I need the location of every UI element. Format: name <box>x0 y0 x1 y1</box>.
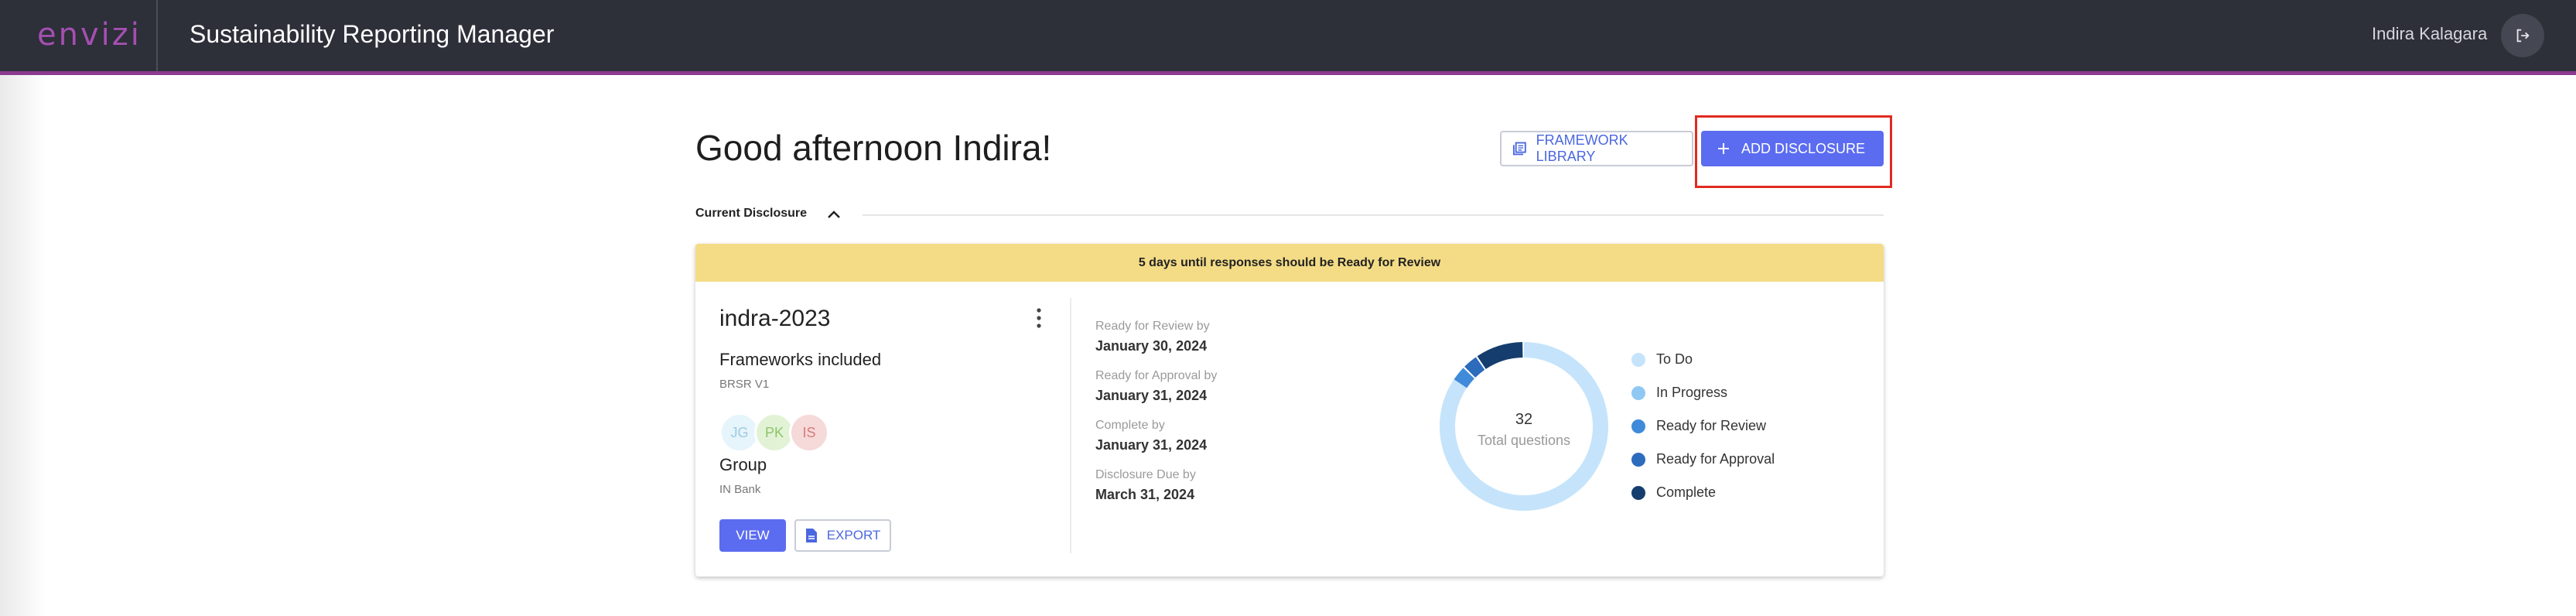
avatar-initials: PK <box>764 424 784 440</box>
legend-item: Ready for Approval <box>1631 443 1775 476</box>
donut-legend: To Do In Progress Ready for Review Ready… <box>1631 343 1775 509</box>
avatar-initials: JG <box>730 424 749 440</box>
export-button[interactable]: EXPORT <box>794 519 891 552</box>
legend-item: Ready for Review <box>1631 409 1775 443</box>
envizi-logo[interactable]: envizi <box>37 17 142 53</box>
legend-dot <box>1631 419 1645 433</box>
date-item: Ready for Review by January 30, 2024 <box>1095 320 1217 369</box>
export-label: EXPORT <box>826 528 881 542</box>
date-item: Complete by January 31, 2024 <box>1095 419 1217 468</box>
milestone-dates: Ready for Review by January 30, 2024 Rea… <box>1095 320 1217 518</box>
date-label: Disclosure Due by <box>1095 468 1196 481</box>
legend-label: Ready for Review <box>1656 418 1767 433</box>
legend-label: In Progress <box>1656 385 1728 400</box>
section-label: Current Disclosure <box>695 207 808 220</box>
legend-label: To Do <box>1656 351 1693 367</box>
library-icon <box>1512 142 1526 156</box>
due-banner: 5 days until responses should be Ready f… <box>695 244 1884 282</box>
top-bar: envizi Sustainability Reporting Manager … <box>0 0 2576 75</box>
framework-library-button[interactable]: FRAMEWORK LIBRARY <box>1500 131 1693 166</box>
logout-icon <box>2516 29 2530 43</box>
app-title: Sustainability Reporting Manager <box>190 20 555 48</box>
group-value: IN Bank <box>719 483 761 496</box>
left-shade <box>0 75 46 616</box>
logout-button[interactable] <box>2501 14 2544 57</box>
card-divider <box>1070 298 1071 553</box>
legend-label: Complete <box>1656 484 1717 500</box>
donut-total: 32 <box>1515 411 1532 428</box>
legend-dot <box>1631 452 1645 467</box>
date-label: Ready for Review by <box>1095 320 1210 333</box>
avatar[interactable]: IS <box>789 412 829 453</box>
legend-item: In Progress <box>1631 376 1775 409</box>
date-value: January 31, 2024 <box>1095 437 1208 453</box>
frameworks-value: BRSR V1 <box>719 378 770 391</box>
disclosure-title: indra-2023 <box>719 306 831 331</box>
legend-item: Complete <box>1631 476 1775 509</box>
chevron-up-icon[interactable] <box>825 206 843 224</box>
highlight-box <box>1695 115 1892 188</box>
more-options-icon[interactable] <box>1036 307 1042 329</box>
legend-item: To Do <box>1631 343 1775 376</box>
view-button[interactable]: VIEW <box>719 519 786 552</box>
donut-total-label: Total questions <box>1478 433 1570 448</box>
legend-dot <box>1631 485 1645 500</box>
legend-dot <box>1631 352 1645 367</box>
section-divider <box>863 214 1884 216</box>
date-value: January 31, 2024 <box>1095 388 1208 403</box>
date-label: Ready for Approval by <box>1095 369 1218 382</box>
legend-dot <box>1631 385 1645 400</box>
document-icon <box>805 529 817 542</box>
user-name: Indira Kalagara <box>2372 24 2488 43</box>
group-label: Group <box>719 455 767 474</box>
frameworks-label: Frameworks included <box>719 350 882 369</box>
date-value: January 30, 2024 <box>1095 338 1208 354</box>
date-value: March 31, 2024 <box>1095 487 1195 502</box>
framework-library-label: FRAMEWORK LIBRARY <box>1536 132 1628 164</box>
page-greeting: Good afternoon Indira! <box>695 128 1052 168</box>
date-item: Ready for Approval by January 31, 2024 <box>1095 369 1217 419</box>
progress-donut: 32 Total questions <box>1440 342 1608 511</box>
date-label: Complete by <box>1095 419 1165 432</box>
disclosure-card: 5 days until responses should be Ready f… <box>695 244 1884 577</box>
date-item: Disclosure Due by March 31, 2024 <box>1095 468 1217 518</box>
avatar-initials: IS <box>802 424 816 440</box>
legend-label: Ready for Approval <box>1656 451 1775 467</box>
header-divider <box>156 0 158 71</box>
